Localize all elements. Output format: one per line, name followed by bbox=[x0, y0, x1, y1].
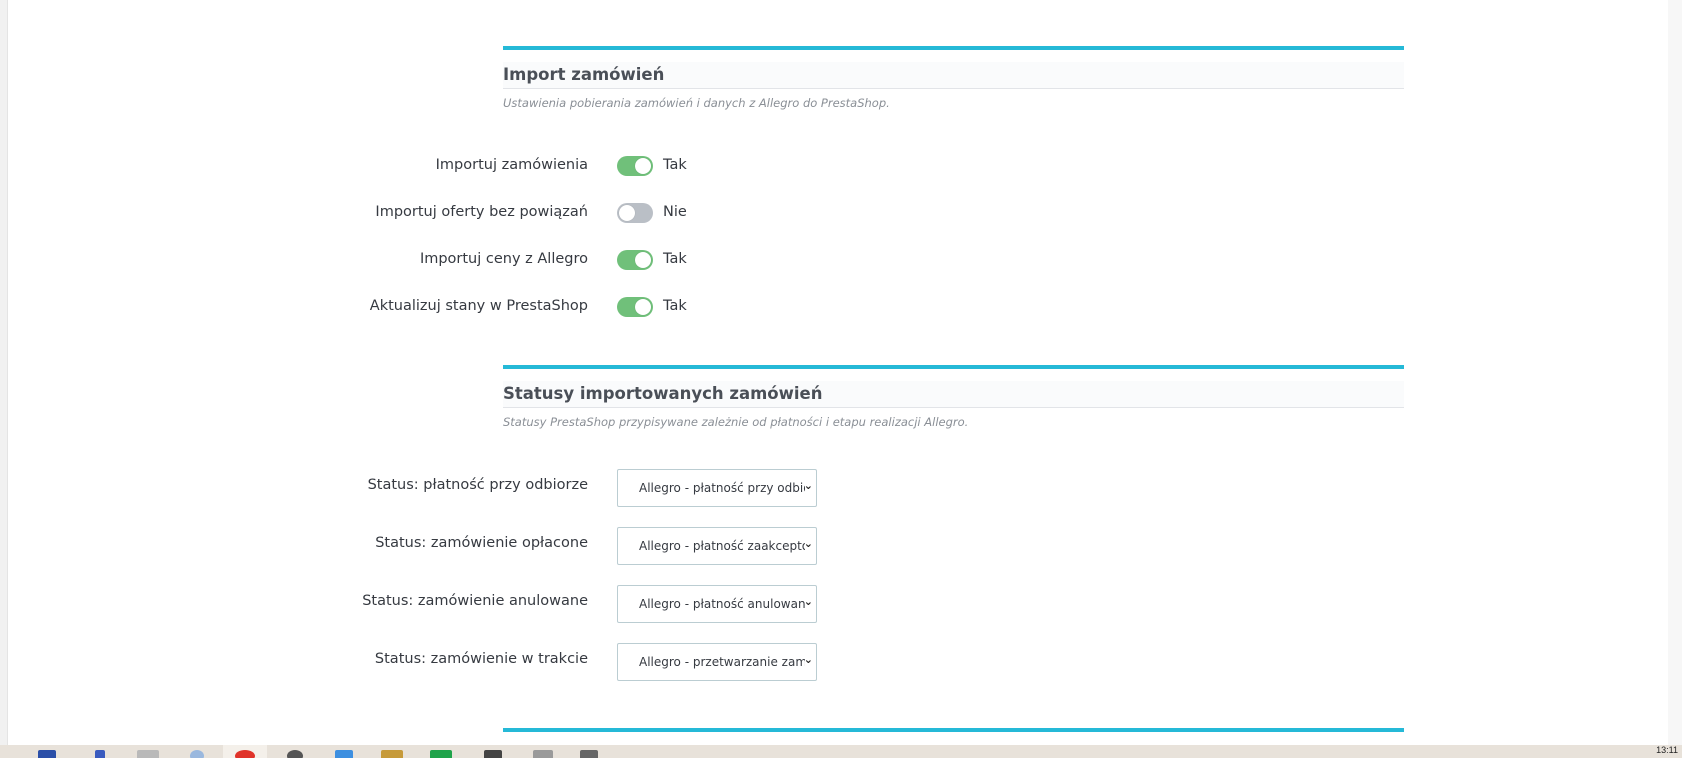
select-status-paid[interactable]: Allegro - płatność zaakceptowana ⌄ bbox=[617, 527, 817, 565]
chevron-down-icon: ⌄ bbox=[803, 595, 813, 608]
section-accent-bar bbox=[503, 46, 1404, 50]
toggle-knob bbox=[635, 252, 651, 268]
label-status-processing: Status: zamówienie w trakcie bbox=[374, 651, 588, 667]
section-title-statuses: Statusy importowanych zamówień bbox=[503, 381, 1404, 408]
select-status-cancelled[interactable]: Allegro - płatność anulowana ⌄ bbox=[617, 585, 817, 623]
toggle-state-text: Tak bbox=[663, 251, 687, 267]
toggle-import-unlinked-offers[interactable] bbox=[617, 203, 653, 223]
label-status-paid: Status: zamówienie opłacone bbox=[375, 535, 588, 551]
toggle-knob bbox=[635, 158, 651, 174]
section-description-import: Ustawienia pobierania zamówień i danych … bbox=[503, 96, 890, 110]
taskbar-app-icon[interactable] bbox=[137, 750, 159, 758]
section-description-statuses: Statusy PrestaShop przypisywane zależnie… bbox=[503, 415, 969, 429]
label-import-prices: Importuj ceny z Allegro bbox=[419, 251, 588, 267]
toggle-state-text: Nie bbox=[663, 204, 687, 220]
taskbar-app-icon[interactable] bbox=[95, 750, 105, 758]
toggle-knob bbox=[619, 205, 635, 221]
label-import-orders: Importuj zamówienia bbox=[435, 157, 588, 173]
select-value: Allegro - płatność przy odbiorze bbox=[639, 481, 805, 495]
section-title-import: Import zamówień bbox=[503, 62, 1404, 89]
toggle-state-text: Tak bbox=[663, 298, 687, 314]
toggle-knob bbox=[635, 299, 651, 315]
taskbar-app-icon[interactable] bbox=[235, 750, 255, 758]
label-status-cod: Status: płatność przy odbiorze bbox=[367, 477, 588, 493]
taskbar-app-icon[interactable] bbox=[38, 750, 56, 758]
section-accent-bar bbox=[503, 728, 1404, 732]
taskbar-app-icon[interactable] bbox=[580, 750, 598, 758]
label-import-unlinked-offers: Importuj oferty bez powiązań bbox=[375, 204, 588, 220]
chevron-down-icon: ⌄ bbox=[803, 479, 813, 492]
select-status-processing[interactable]: Allegro - przetwarzanie zamówienia ⌄ bbox=[617, 643, 817, 681]
select-value: Allegro - płatność zaakceptowana bbox=[639, 539, 805, 553]
taskbar-app-icon[interactable] bbox=[190, 750, 204, 758]
select-value: Allegro - płatność anulowana bbox=[639, 597, 805, 611]
chevron-down-icon: ⌄ bbox=[803, 653, 813, 666]
label-status-cancelled: Status: zamówienie anulowane bbox=[362, 593, 588, 609]
taskbar-app-icon[interactable] bbox=[381, 750, 403, 758]
chevron-down-icon: ⌄ bbox=[803, 537, 813, 550]
taskbar-clock: 13:11 bbox=[1656, 745, 1678, 755]
label-update-stock: Aktualizuj stany w PrestaShop bbox=[369, 298, 588, 314]
select-value: Allegro - przetwarzanie zamówienia bbox=[639, 655, 805, 669]
section-accent-bar bbox=[503, 365, 1404, 369]
toggle-import-orders[interactable] bbox=[617, 156, 653, 176]
taskbar-app-icon[interactable] bbox=[533, 750, 553, 758]
settings-page bbox=[7, 0, 1669, 745]
taskbar-app-icon[interactable] bbox=[287, 750, 303, 758]
toggle-import-prices[interactable] bbox=[617, 250, 653, 270]
taskbar-app-icon[interactable] bbox=[484, 750, 502, 758]
taskbar-app-icon[interactable] bbox=[335, 750, 353, 758]
select-status-cod[interactable]: Allegro - płatność przy odbiorze ⌄ bbox=[617, 469, 817, 507]
toggle-update-stock[interactable] bbox=[617, 297, 653, 317]
taskbar: 13:11 bbox=[0, 745, 1682, 758]
toggle-state-text: Tak bbox=[663, 157, 687, 173]
scrollbar[interactable] bbox=[1668, 0, 1682, 745]
taskbar-app-icon[interactable] bbox=[430, 750, 452, 758]
